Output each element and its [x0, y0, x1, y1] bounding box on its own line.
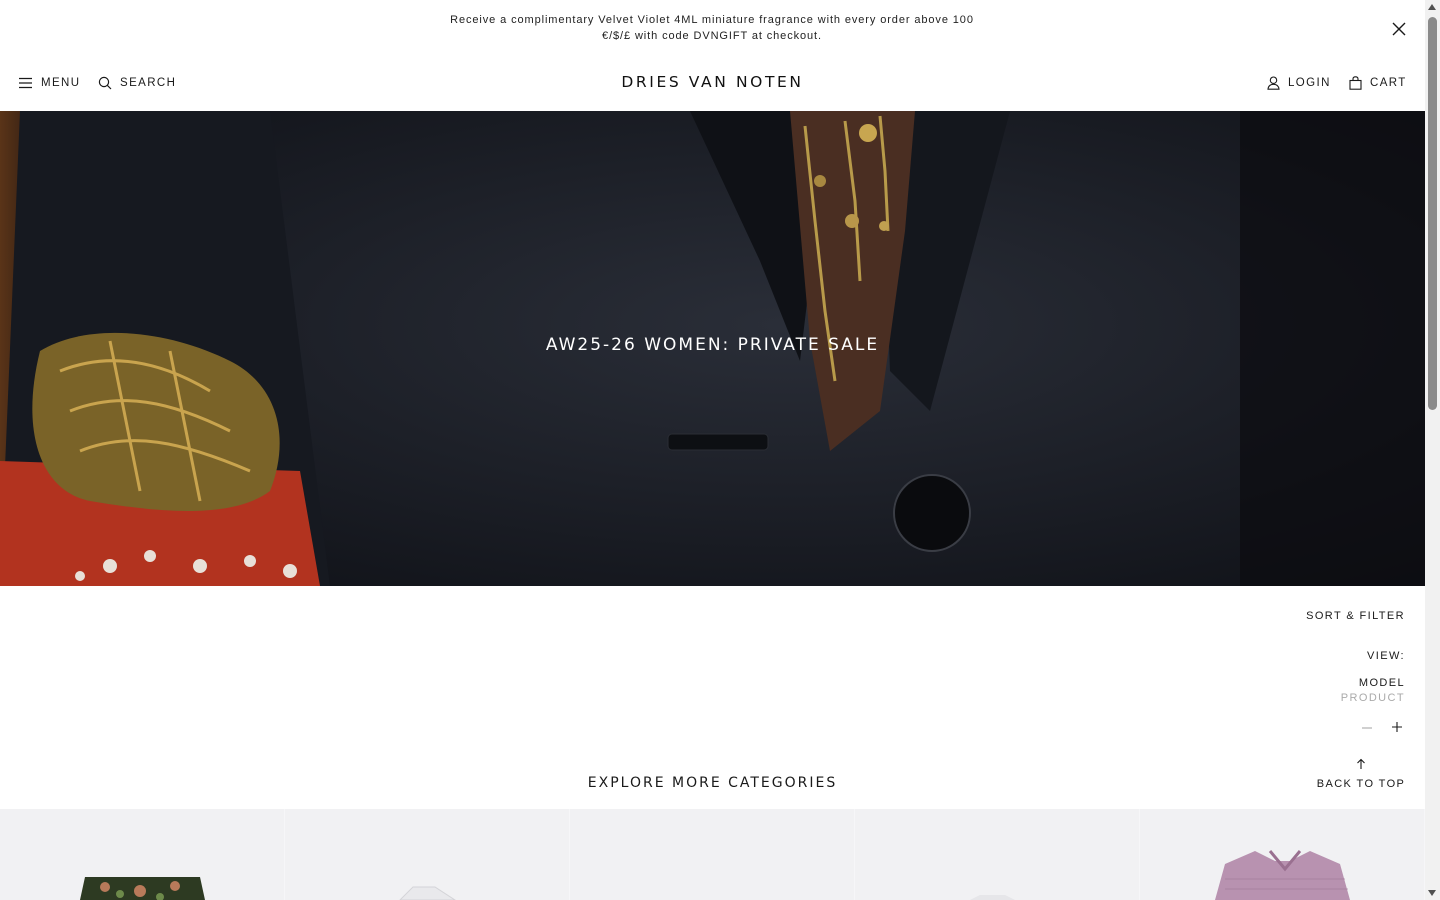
plus-icon	[1392, 722, 1402, 732]
zoom-out-button[interactable]	[1360, 719, 1374, 735]
scrollbar-thumb[interactable]	[1428, 17, 1437, 410]
category-card[interactable]	[1140, 809, 1425, 900]
site-header: MENU SEARCH DRIES VAN NOTEN LOGIN CART	[0, 56, 1425, 111]
menu-label: MENU	[41, 77, 81, 89]
category-card[interactable]	[285, 809, 570, 900]
category-image	[80, 877, 205, 900]
search-button[interactable]: SEARCH	[98, 74, 176, 92]
arrow-up-icon	[1357, 758, 1365, 769]
category-card[interactable]	[855, 809, 1140, 900]
category-image	[570, 809, 855, 900]
explore-categories-title: EXPLORE MORE CATEGORIES	[587, 775, 838, 791]
cart-label: CART	[1370, 77, 1407, 89]
announcement-line-2: €/$/£ with code DVNGIFT at checkout.	[602, 30, 822, 42]
minus-icon	[1362, 727, 1372, 729]
close-icon	[1392, 22, 1406, 36]
scroll-up-arrow-icon[interactable]	[1428, 4, 1436, 10]
login-label: LOGIN	[1288, 77, 1331, 89]
view-label: VIEW:	[1367, 650, 1405, 662]
login-button[interactable]: LOGIN	[1267, 74, 1331, 92]
zoom-in-button[interactable]	[1390, 719, 1404, 735]
announcement-line-1: Receive a complimentary Velvet Violet 4M…	[450, 14, 974, 26]
view-product-option[interactable]: PRODUCT	[1341, 692, 1405, 704]
view-model-option[interactable]: MODEL	[1359, 677, 1405, 689]
site-logo[interactable]: DRIES VAN NOTEN	[560, 73, 865, 91]
announcement-bar: Receive a complimentary Velvet Violet 4M…	[0, 0, 1425, 56]
page: Receive a complimentary Velvet Violet 4M…	[0, 0, 1425, 900]
bag-icon	[1349, 76, 1362, 90]
search-icon	[98, 76, 112, 90]
category-image	[1215, 850, 1350, 900]
category-image	[970, 895, 1015, 900]
announcement-text: Receive a complimentary Velvet Violet 4M…	[412, 12, 1012, 44]
search-label: SEARCH	[120, 77, 177, 89]
category-image	[399, 886, 456, 900]
category-strip	[0, 809, 1425, 900]
menu-button[interactable]: MENU	[19, 74, 80, 92]
user-icon	[1267, 76, 1280, 90]
category-card[interactable]	[570, 809, 855, 900]
hero-banner[interactable]: AW25-26 WOMEN: PRIVATE SALE	[0, 111, 1425, 586]
scroll-down-arrow-icon[interactable]	[1428, 890, 1436, 896]
hero-title: AW25-26 WOMEN: PRIVATE SALE	[545, 335, 880, 355]
category-card[interactable]	[0, 809, 285, 900]
close-announcement-button[interactable]	[1388, 18, 1410, 40]
page-scrollbar[interactable]	[1425, 0, 1440, 900]
sort-filter-button[interactable]: SORT & FILTER	[1306, 610, 1405, 622]
hamburger-icon	[19, 77, 32, 89]
cart-button[interactable]: CART	[1349, 74, 1407, 92]
